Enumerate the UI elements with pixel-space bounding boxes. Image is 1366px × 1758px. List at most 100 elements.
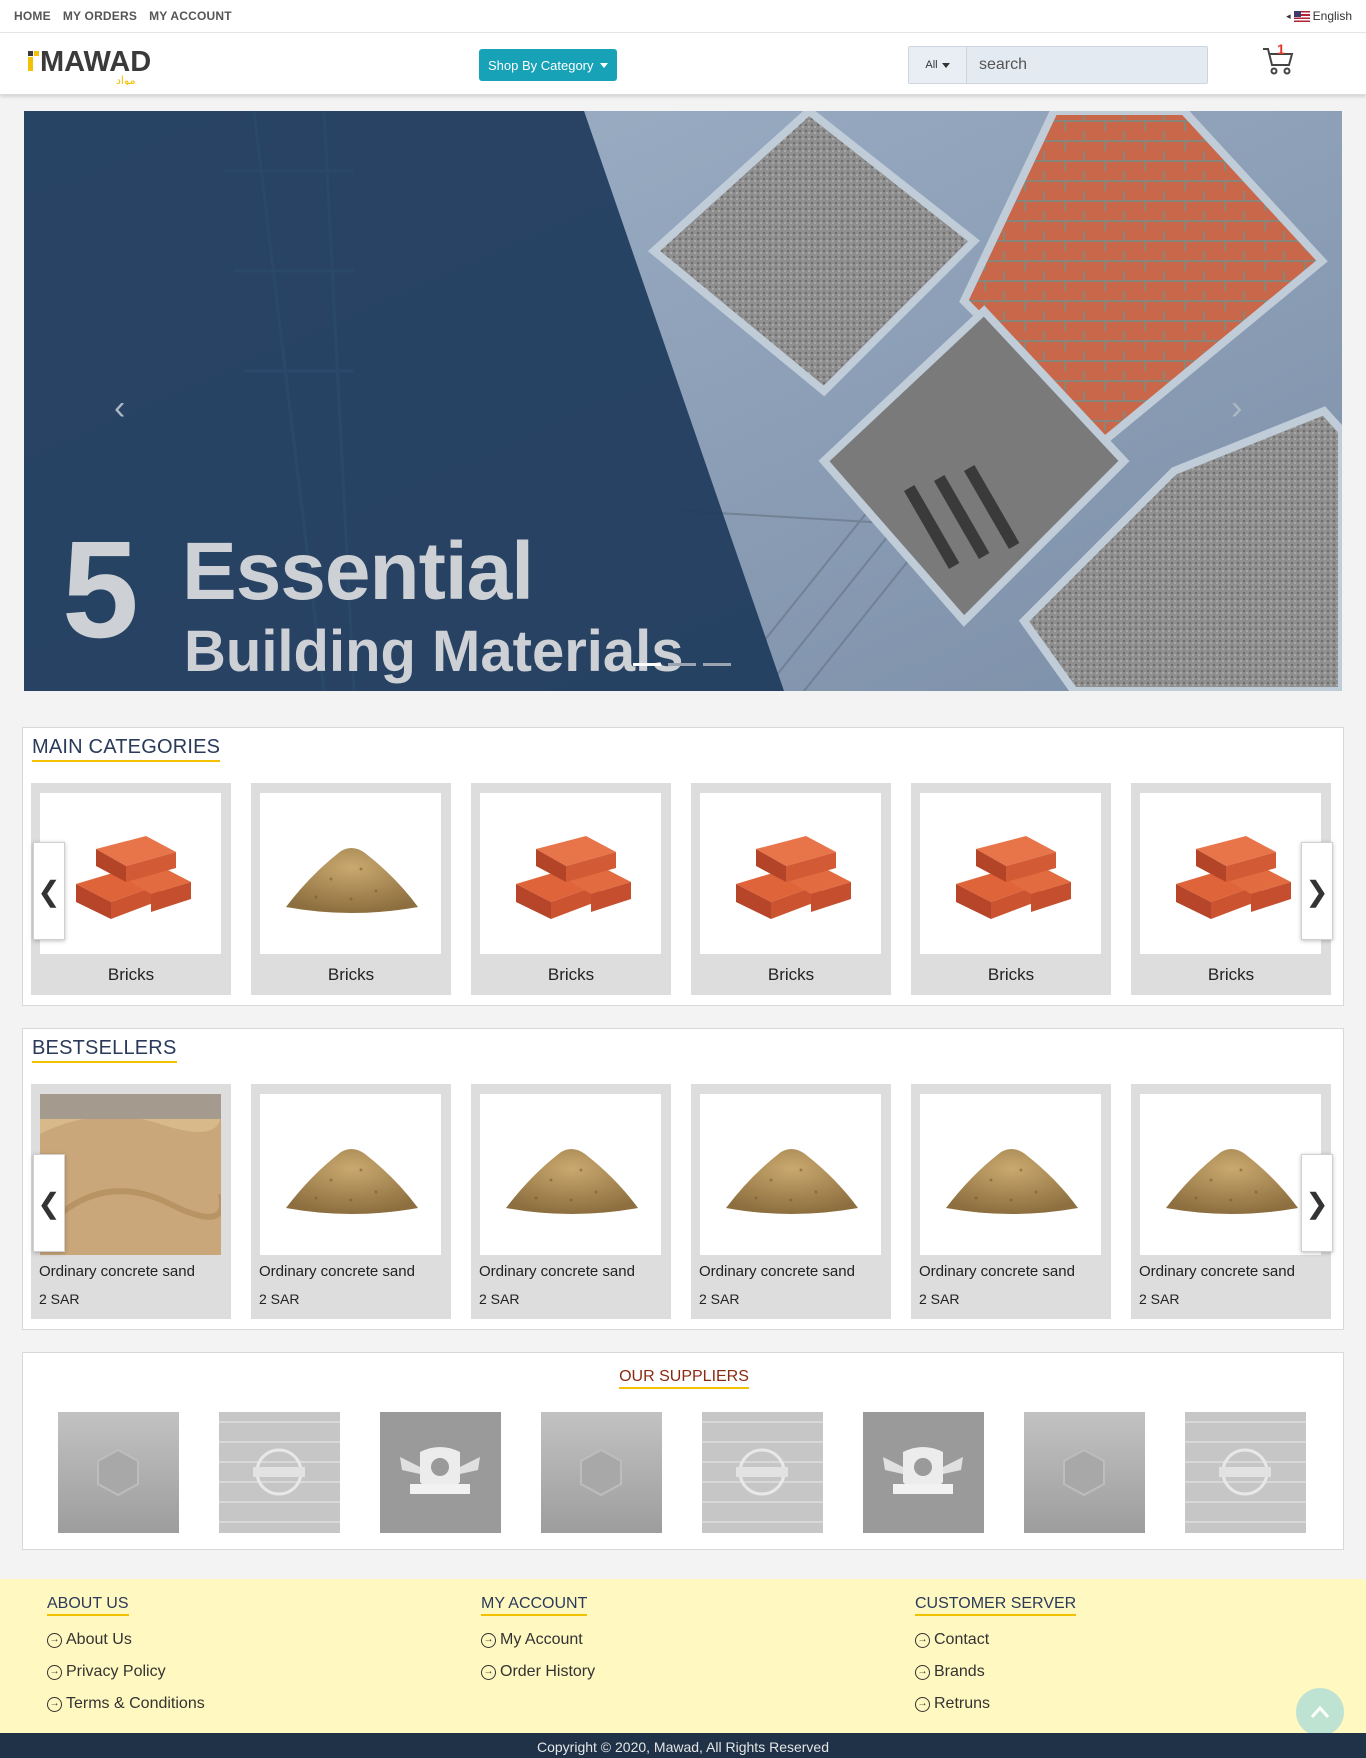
top-nav: HOME MY ORDERS MY ACCOUNT xyxy=(14,9,232,23)
product-image xyxy=(40,1094,221,1255)
site-header: MAWAD مواد Shop By Category All 1 xyxy=(0,33,1366,95)
us-flag-icon xyxy=(1293,10,1310,22)
footer-link-my-account[interactable]: → My Account xyxy=(481,1624,595,1656)
footer-link-about-us[interactable]: → About Us xyxy=(47,1624,205,1656)
product-name: Ordinary concrete sand xyxy=(919,1263,1075,1280)
supplier-logo-football-club[interactable] xyxy=(380,1412,501,1533)
category-card[interactable]: Bricks xyxy=(691,783,891,995)
category-image xyxy=(920,793,1101,954)
footer-link-label: Brands xyxy=(934,1663,985,1680)
suppliers-section: OUR SUPPLIERS xyxy=(22,1352,1344,1550)
copyright-bar: Copyright © 2020, Mawad, All Rights Rese… xyxy=(0,1733,1366,1758)
arrow-circle-icon: → xyxy=(915,1664,930,1680)
product-card[interactable]: Ordinary concrete sand 2 SAR xyxy=(691,1084,891,1319)
supplier-logo-vintage-badge[interactable] xyxy=(219,1412,340,1533)
search-scope-dropdown[interactable]: All xyxy=(909,47,967,83)
category-card[interactable]: Bricks xyxy=(471,783,671,995)
supplier-logo-design-badge[interactable] xyxy=(541,1412,662,1533)
category-card[interactable]: Bricks xyxy=(251,783,451,995)
category-name: Bricks xyxy=(547,965,595,984)
footer-link-label: Privacy Policy xyxy=(66,1663,166,1680)
product-card[interactable]: Ordinary concrete sand 2 SAR xyxy=(251,1084,451,1319)
bestsellers-prev-button[interactable]: ❮ xyxy=(33,1154,65,1252)
supplier-logo-football-club[interactable] xyxy=(863,1412,984,1533)
footer-account-title: MY ACCOUNT xyxy=(481,1595,588,1616)
category-image xyxy=(40,793,221,954)
product-image xyxy=(700,1094,881,1255)
category-name: Bricks xyxy=(1207,965,1255,984)
hero-indicator-3[interactable] xyxy=(703,663,731,666)
category-card[interactable]: Bricks xyxy=(911,783,1111,995)
mawad-logo[interactable]: MAWAD مواد xyxy=(28,43,154,87)
dropdown-caret-icon xyxy=(599,62,608,68)
nav-my-account-link[interactable]: MY ACCOUNT xyxy=(149,9,232,23)
search-input[interactable] xyxy=(967,47,1207,83)
bestsellers-title: BESTSELLERS xyxy=(32,1037,177,1063)
arrow-circle-icon: → xyxy=(915,1696,930,1712)
supplier-logo-vintage-badge[interactable] xyxy=(702,1412,823,1533)
search-scope-label: All xyxy=(925,59,938,71)
product-name: Ordinary concrete sand xyxy=(39,1263,195,1280)
category-name: Bricks xyxy=(767,965,815,984)
product-card[interactable]: Ordinary concrete sand 2 SAR xyxy=(911,1084,1111,1319)
hero-indicators xyxy=(633,663,731,666)
footer-link-brands[interactable]: → Brands xyxy=(915,1656,1076,1688)
hero-carousel: 5 Essential Building Materials ‹ › xyxy=(24,111,1342,691)
category-image xyxy=(700,793,881,954)
category-name: Bricks xyxy=(107,965,155,984)
hero-indicator-1[interactable] xyxy=(633,663,661,666)
footer-link-contact[interactable]: → Contact xyxy=(915,1624,1076,1656)
arrow-circle-icon: → xyxy=(481,1664,496,1680)
language-label: English xyxy=(1312,9,1352,23)
bestsellers-next-button[interactable]: ❯ xyxy=(1301,1154,1333,1252)
main-categories-title: MAIN CATEGORIES xyxy=(32,736,221,762)
footer-link-label: Order History xyxy=(500,1663,596,1680)
footer-link-label: About Us xyxy=(66,1631,132,1648)
supplier-logo-vintage-badge[interactable] xyxy=(1185,1412,1306,1533)
footer-link-terms[interactable]: → Terms & Conditions xyxy=(47,1688,205,1720)
supplier-logo-design-badge[interactable] xyxy=(58,1412,179,1533)
hero-number: 5 xyxy=(62,513,139,667)
product-image xyxy=(480,1094,661,1255)
product-name: Ordinary concrete sand xyxy=(699,1263,855,1280)
product-price: 2 SAR xyxy=(1139,1291,1180,1307)
footer-link-label: Retruns xyxy=(934,1695,991,1712)
arrow-circle-icon: → xyxy=(47,1632,62,1648)
product-price: 2 SAR xyxy=(479,1291,520,1307)
footer-about-title: ABOUT US xyxy=(47,1595,129,1616)
footer-account-column: MY ACCOUNT → My Account → Order History xyxy=(481,1595,595,1688)
hero-next-button[interactable]: › xyxy=(1231,389,1242,428)
nav-my-orders-link[interactable]: MY ORDERS xyxy=(63,9,137,23)
categories-next-button[interactable]: ❯ xyxy=(1301,842,1333,940)
product-card[interactable]: Ordinary concrete sand 2 SAR xyxy=(471,1084,671,1319)
back-to-top-button[interactable] xyxy=(1296,1688,1344,1736)
shop-by-category-button[interactable]: Shop By Category xyxy=(479,49,617,81)
footer-link-order-history[interactable]: → Order History xyxy=(481,1656,595,1688)
product-image xyxy=(1140,1094,1321,1255)
dropdown-caret-icon xyxy=(941,62,950,68)
category-image xyxy=(480,793,661,954)
category-image xyxy=(1140,793,1321,954)
cart-count-badge: 1 xyxy=(1277,41,1285,57)
nav-home-link[interactable]: HOME xyxy=(14,9,51,23)
arrow-circle-icon: → xyxy=(481,1632,496,1648)
hero-title-line2: Building Materials xyxy=(184,619,684,684)
hero-indicator-2[interactable] xyxy=(668,663,696,666)
footer-link-privacy-policy[interactable]: → Privacy Policy xyxy=(47,1656,205,1688)
footer-link-label: Contact xyxy=(934,1631,990,1648)
supplier-logo-design-badge[interactable] xyxy=(1024,1412,1145,1533)
suppliers-title-text: OUR SUPPLIERS xyxy=(619,1368,749,1389)
footer-about-column: ABOUT US → About Us → Privacy Policy → Term… xyxy=(47,1595,205,1720)
product-price: 2 SAR xyxy=(259,1291,300,1307)
categories-prev-button[interactable]: ❮ xyxy=(33,842,65,940)
product-price: 2 SAR xyxy=(919,1291,960,1307)
hero-prev-button[interactable]: ‹ xyxy=(114,389,125,428)
language-selector[interactable]: ◂ English xyxy=(1286,9,1352,23)
category-image xyxy=(260,793,441,954)
footer-link-returns[interactable]: → Retruns xyxy=(915,1688,1076,1720)
suppliers-title: OUR SUPPLIERS xyxy=(23,1368,1345,1389)
category-name: Bricks xyxy=(987,965,1035,984)
top-bar: HOME MY ORDERS MY ACCOUNT ◂ English xyxy=(0,0,1366,33)
cart-button[interactable]: 1 xyxy=(1261,41,1297,79)
caret-left-icon: ◂ xyxy=(1286,10,1291,21)
